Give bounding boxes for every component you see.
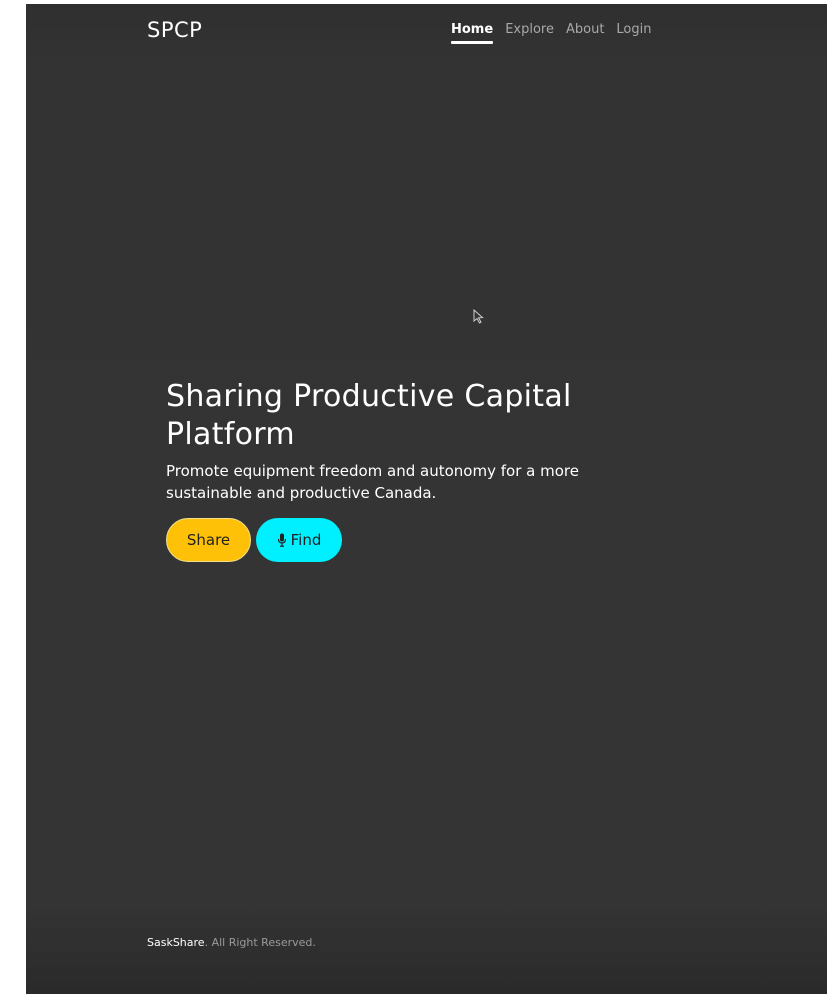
nav-explore[interactable]: Explore bbox=[505, 22, 554, 42]
mouse-cursor-icon bbox=[473, 309, 484, 324]
share-button[interactable]: Share bbox=[166, 518, 251, 562]
hero-section: Sharing Productive Capital Platform Prom… bbox=[166, 378, 686, 562]
nav-login[interactable]: Login bbox=[616, 22, 651, 42]
footer-brand[interactable]: SaskShare bbox=[147, 936, 205, 949]
nav-about[interactable]: About bbox=[566, 22, 604, 42]
page: SPCP Home Explore About Login Sharing Pr… bbox=[26, 4, 827, 994]
hero-buttons: Share Find bbox=[166, 518, 686, 562]
microphone-icon bbox=[277, 533, 286, 547]
find-button[interactable]: Find bbox=[256, 518, 342, 562]
nav-home[interactable]: Home bbox=[451, 22, 494, 44]
hero-subtitle: Promote equipment freedom and autonomy f… bbox=[166, 462, 579, 502]
brand-logo[interactable]: SPCP bbox=[147, 18, 202, 42]
find-button-label: Find bbox=[290, 531, 322, 549]
share-button-label: Share bbox=[186, 531, 231, 549]
hero-title: Sharing Productive Capital Platform bbox=[166, 379, 572, 452]
footer: SaskShare. All Right Reserved. bbox=[147, 936, 316, 949]
footer-rights-text: . All Right Reserved. bbox=[204, 936, 316, 949]
main-nav: Home Explore About Login bbox=[451, 22, 652, 44]
